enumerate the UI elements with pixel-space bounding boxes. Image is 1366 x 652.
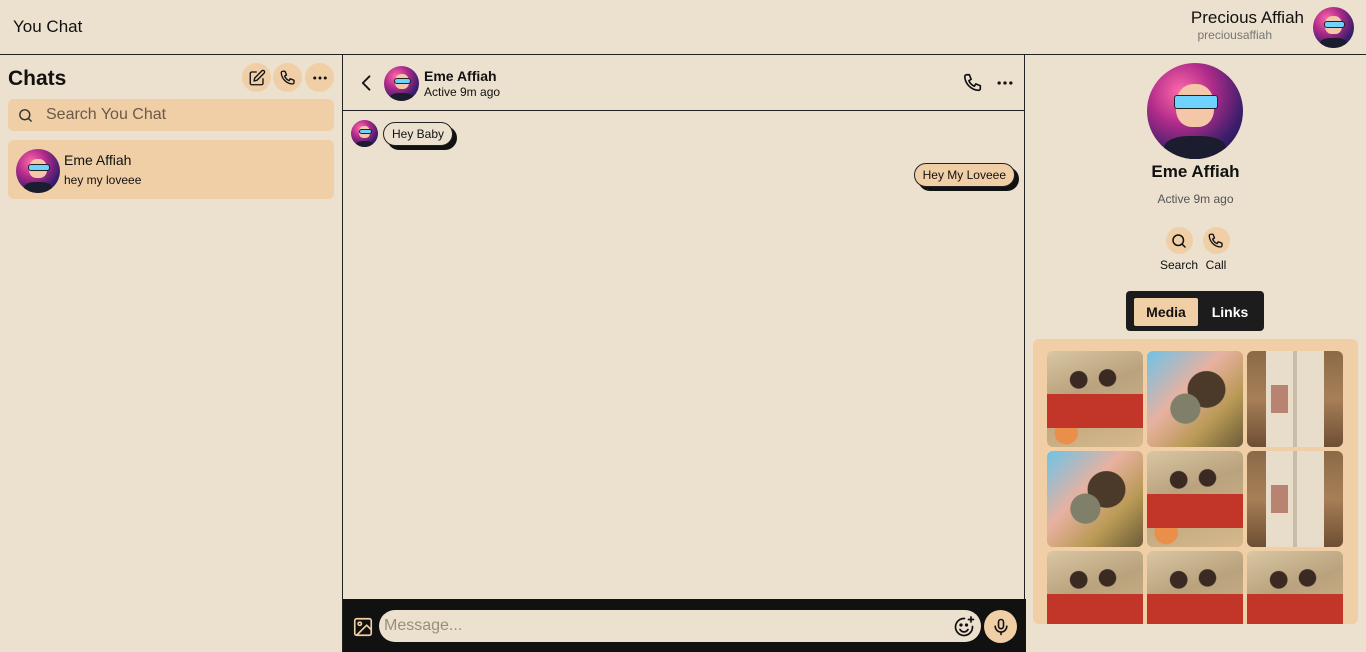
- contact-avatar[interactable]: [384, 66, 419, 101]
- contact-name: Eme Affiah: [424, 68, 497, 84]
- sidebar-call-button[interactable]: [273, 63, 302, 92]
- chat-contact-name: Eme Affiah: [64, 152, 132, 168]
- chat-list-item[interactable]: Eme Affiah hey my loveee: [8, 140, 334, 199]
- media-thumbnail[interactable]: [1047, 351, 1143, 447]
- message-placeholder: Message...: [384, 617, 463, 634]
- outgoing-message[interactable]: Hey My Loveee: [913, 163, 1015, 187]
- search-icon: [1172, 233, 1186, 248]
- contact-info-panel: Eme Affiah Active 9m ago Search Call Med…: [1025, 55, 1366, 652]
- call-button[interactable]: [962, 72, 984, 99]
- search-placeholder: Search You Chat: [46, 106, 167, 123]
- profile-search-label: Search: [1159, 258, 1199, 272]
- media-thumbnail[interactable]: [1247, 351, 1343, 447]
- phone-icon: [963, 73, 982, 92]
- profile-call-button[interactable]: Call: [1196, 227, 1236, 272]
- more-horizontal-icon: [312, 76, 327, 79]
- profile-status: Active 9m ago: [1157, 192, 1234, 206]
- emoji-button[interactable]: [952, 615, 976, 644]
- media-thumbnail[interactable]: [1247, 551, 1343, 624]
- current-user-handle: preciousaffiah: [1197, 28, 1273, 42]
- back-button[interactable]: [357, 73, 377, 98]
- phone-icon: [280, 70, 295, 85]
- media-thumbnail[interactable]: [1147, 351, 1243, 447]
- conversation-header: Eme Affiah Active 9m ago: [343, 55, 1024, 111]
- media-grid: [1033, 339, 1358, 624]
- chevron-left-icon: [361, 75, 371, 91]
- message-input[interactable]: Message...: [379, 610, 981, 642]
- phone-icon: [1208, 233, 1223, 248]
- search-input[interactable]: Search You Chat: [8, 99, 334, 131]
- search-icon: [19, 109, 32, 122]
- top-bar: You Chat Precious Affiah preciousaffiah: [0, 0, 1366, 55]
- tab-links[interactable]: Links: [1204, 298, 1256, 326]
- chats-sidebar: Chats Search You Chat Eme Affiah hey my …: [0, 55, 343, 652]
- app-title: You Chat: [13, 17, 83, 36]
- media-thumbnail[interactable]: [1147, 551, 1243, 624]
- profile-call-label: Call: [1205, 258, 1227, 272]
- microphone-icon: [993, 618, 1008, 635]
- tab-media[interactable]: Media: [1134, 298, 1198, 326]
- compose-icon: [249, 69, 265, 85]
- conversation-panel: Eme Affiah Active 9m ago Hey Baby Hey My…: [343, 55, 1026, 652]
- sidebar-more-button[interactable]: [305, 63, 334, 92]
- more-horizontal-icon: [997, 81, 1013, 85]
- media-thumbnail[interactable]: [1047, 451, 1143, 547]
- emoji-icon: [954, 616, 975, 637]
- voice-message-button[interactable]: [984, 610, 1017, 643]
- media-thumbnail[interactable]: [1247, 451, 1343, 547]
- current-user-name: Precious Affiah: [1190, 8, 1304, 27]
- media-thumbnail[interactable]: [1147, 451, 1243, 547]
- contact-status: Active 9m ago: [424, 85, 501, 99]
- profile-search-button[interactable]: Search: [1159, 227, 1199, 272]
- current-user-avatar[interactable]: [1313, 7, 1354, 48]
- message-composer: Message...: [343, 599, 1026, 652]
- avatar: [16, 149, 60, 193]
- media-links-tabs: Media Links: [1126, 291, 1264, 331]
- media-thumbnail[interactable]: [1047, 551, 1143, 624]
- message-sender-avatar: [351, 120, 378, 147]
- attach-image-button[interactable]: [352, 616, 374, 643]
- incoming-message[interactable]: Hey Baby: [383, 122, 454, 146]
- image-icon: [353, 617, 373, 637]
- new-chat-button[interactable]: [242, 63, 271, 92]
- profile-avatar: [1147, 63, 1243, 159]
- profile-name: Eme Affiah: [1151, 162, 1240, 181]
- conversation-more-button[interactable]: [995, 73, 1015, 98]
- chat-last-message: hey my loveee: [64, 173, 142, 187]
- chats-title: Chats: [8, 67, 67, 90]
